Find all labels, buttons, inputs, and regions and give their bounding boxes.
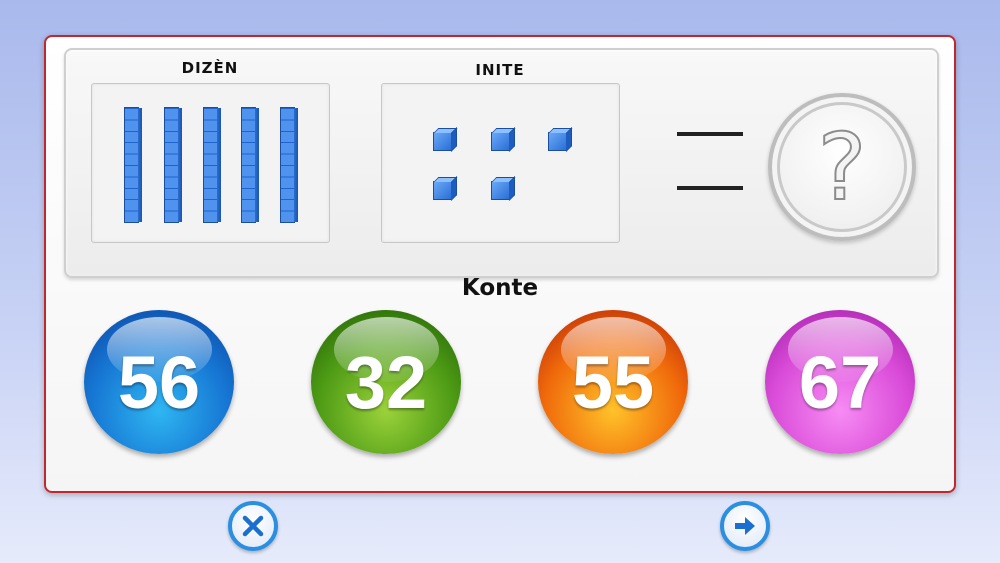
close-icon <box>242 515 264 537</box>
tens-label: DIZÈN <box>181 59 239 77</box>
prompt-label: Konte <box>461 275 539 301</box>
ten-rod <box>164 107 182 223</box>
equals-sign-bottom <box>677 186 743 190</box>
answer-placeholder: ? <box>768 93 916 241</box>
equals-sign-top <box>677 132 743 136</box>
ones-label: INITE <box>475 61 525 79</box>
choice-button-1[interactable]: 56 <box>84 310 234 454</box>
choice-button-2[interactable]: 32 <box>311 310 461 454</box>
choice-button-3[interactable]: 55 <box>538 310 688 454</box>
ten-rod <box>280 107 298 223</box>
choice-label: 67 <box>798 340 882 424</box>
choice-label: 55 <box>571 340 655 424</box>
next-button[interactable] <box>720 501 770 551</box>
close-button[interactable] <box>228 501 278 551</box>
choice-button-4[interactable]: 67 <box>765 310 915 454</box>
choice-label: 56 <box>117 340 201 424</box>
unit-cube <box>433 132 452 151</box>
ten-rod <box>203 107 221 223</box>
unit-cube <box>433 181 452 200</box>
tens-box <box>91 83 330 243</box>
unit-cube <box>491 181 510 200</box>
choice-label: 32 <box>344 340 428 424</box>
ones-box <box>381 83 620 243</box>
ten-rod <box>241 107 259 223</box>
unit-cube <box>548 132 567 151</box>
ten-rod <box>124 107 142 223</box>
unit-cube <box>491 132 510 151</box>
arrow-right-icon <box>735 517 755 535</box>
